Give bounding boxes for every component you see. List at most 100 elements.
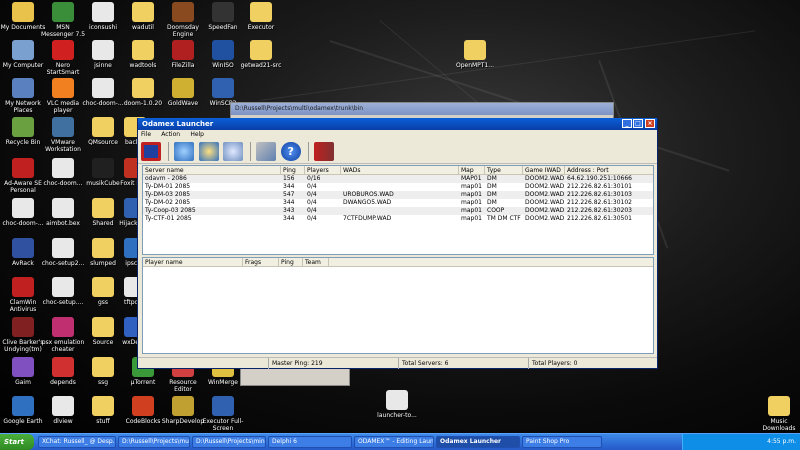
desktop-icon-image [92,198,114,218]
menu-help[interactable]: Help [190,130,204,140]
close-icon[interactable]: × [645,119,655,128]
server-cell-ping: 156 [283,175,295,182]
desktop-icon-image [12,2,34,22]
help-icon[interactable]: ? [280,142,301,161]
desktop-icon-image [92,117,114,137]
taskbar-item[interactable]: ODAMEX™ - Editing Launc... [354,436,434,448]
desktop-icon-image [92,40,114,60]
desktop-icon-image [386,390,408,410]
status-bar: Master Ping: 219 Total Servers: 6 Total … [138,357,657,369]
player-list[interactable]: Player name Frags Ping Team [142,257,654,354]
taskbar-item[interactable]: D:\Russell\Projects\multi\... [118,436,190,448]
server-cell-address: 64.62.190.251:10666 [567,175,633,182]
menu-action[interactable]: Action [161,130,180,140]
minimize-icon[interactable]: _ [622,119,632,128]
server-cell-players: 0/4 [307,183,317,190]
desktop-icon-label: Music Downloads [762,418,796,432]
server-cell-address: 212.226.82.61:30102 [567,199,633,206]
server-row[interactable]: Ty-DM-01 2085 344 0/4 map01 DM DOOM2.WAD 212.2… [143,183,653,191]
desktop-icon[interactable]: Music Downloads [756,396,800,432]
col-player-ping[interactable]: Ping [279,258,303,267]
window-titlebar[interactable]: Odamex Launcher _ □ × [138,118,657,130]
server-row[interactable]: Ty-Coop-03 2085 343 0/4 map01 COOP DOOM2.WAD 2… [143,207,653,215]
desktop-icon-image [92,317,114,337]
taskbar-item[interactable]: Odamex Launcher [436,436,520,448]
taskbar-item[interactable]: Paint Shop Pro [522,436,602,448]
server-rows: odavm - 2086 156 0/16 MAP01 DM DOOM2.WAD 64.62… [143,175,653,223]
desktop-icon[interactable]: Executor [238,2,284,31]
server-cell-ping: 547 [283,191,295,198]
desktop-icon[interactable]: Executor Full-Screen [200,396,246,432]
col-frags[interactable]: Frags [243,258,279,267]
col-player-name[interactable]: Player name [143,258,243,267]
taskbar-item[interactable]: D:\Russell\Projects\ming... [192,436,266,448]
col-team[interactable]: Team [303,258,329,267]
desktop-icon-image [464,40,486,60]
server-cell-ping: 344 [283,215,295,222]
server-cell-players: 0/16 [307,175,321,182]
server-row[interactable]: Ty-CTF-01 2085 344 0/4 7CTFDUMP.WAD map01 TM … [143,215,653,223]
server-cell-map: map01 [461,199,482,206]
maximize-icon[interactable]: □ [633,119,643,128]
server-row[interactable]: Ty-DM-03 2085 547 0/4 UROBUROS.WAD map01 DM DO… [143,191,653,199]
desktop-icon-image [92,78,114,98]
server-cell-name: Ty-Coop-03 2085 [145,207,196,214]
desktop-icon[interactable]: getwad21-src [238,40,284,69]
server-list[interactable]: Server name Ping Players WADs Map Type G… [142,165,654,255]
server-cell-map: map01 [461,215,482,222]
desktop-icon-image [172,40,194,60]
desktop-icon-image [212,396,234,416]
toolbar-separator [307,142,309,161]
refresh-icon[interactable] [174,142,195,161]
desktop-icon-label: getwad21-src [240,62,282,69]
server-list-header: Server name Ping Players WADs Map Type G… [143,166,653,175]
col-address[interactable]: Address : Port [565,166,653,175]
desktop-icon-image [12,238,34,258]
desktop-icon-image [768,396,790,416]
col-type[interactable]: Type [485,166,523,175]
server-row[interactable]: odavm - 2086 156 0/16 MAP01 DM DOOM2.WAD 64.62… [143,175,653,183]
server-cell-ping: 344 [283,183,295,190]
col-players[interactable]: Players [305,166,341,175]
col-ping[interactable]: Ping [281,166,305,175]
desktop-icon-image [52,198,74,218]
col-server-name[interactable]: Server name [143,166,281,175]
col-wads[interactable]: WADs [341,166,459,175]
col-map[interactable]: Map [459,166,485,175]
background-window-fragment[interactable] [240,366,350,386]
desktop-icon-label: Executor Full-Screen [202,418,244,432]
desktop-icon-image [92,238,114,258]
desktop-icon-image [172,78,194,98]
odamex-logo-icon[interactable] [141,142,161,161]
desktop-icon[interactable]: OpenMPT1... [452,40,498,69]
server-cell-type: DM [487,183,497,190]
toolbar-separator [250,142,252,161]
refresh-all-icon[interactable] [198,142,219,161]
settings-icon[interactable] [256,142,277,161]
toolbar-separator [168,142,170,161]
desktop-icon-image [132,78,154,98]
odamex-launcher-window[interactable]: Odamex Launcher _ □ × File Action Help ?… [137,118,658,369]
exit-icon[interactable] [314,142,335,161]
custom-query-icon[interactable] [222,142,243,161]
server-row[interactable]: Ty-DM-02 2085 344 0/4 DWANGO5.WAD map01 DM DOO… [143,199,653,207]
menu-file[interactable]: File [141,130,151,140]
server-cell-wads: DWANGO5.WAD [343,199,392,206]
server-cell-players: 0/4 [307,191,317,198]
desktop-icon-label: Executor [247,24,275,31]
col-game-iwad[interactable]: Game IWAD [523,166,565,175]
desktop-icon-image [212,78,234,98]
toolbar: ? [138,140,657,164]
taskbar-item[interactable]: XChat: Russell_ @ Desp... [38,436,116,448]
server-cell-name: Ty-DM-01 2085 [145,183,191,190]
start-button[interactable]: Start [0,434,34,450]
desktop-icon[interactable]: launcher-to... [374,390,420,419]
server-cell-address: 212.226.82.61:30103 [567,191,633,198]
server-cell-type: DM [487,175,497,182]
desktop-icon-image [172,2,194,22]
desktop-icon-image [52,2,74,22]
taskbar-item[interactable]: Delphi 6 [268,436,352,448]
menu-bar: File Action Help [138,130,657,140]
server-cell-map: map01 [461,183,482,190]
desktop-icon-image [132,396,154,416]
